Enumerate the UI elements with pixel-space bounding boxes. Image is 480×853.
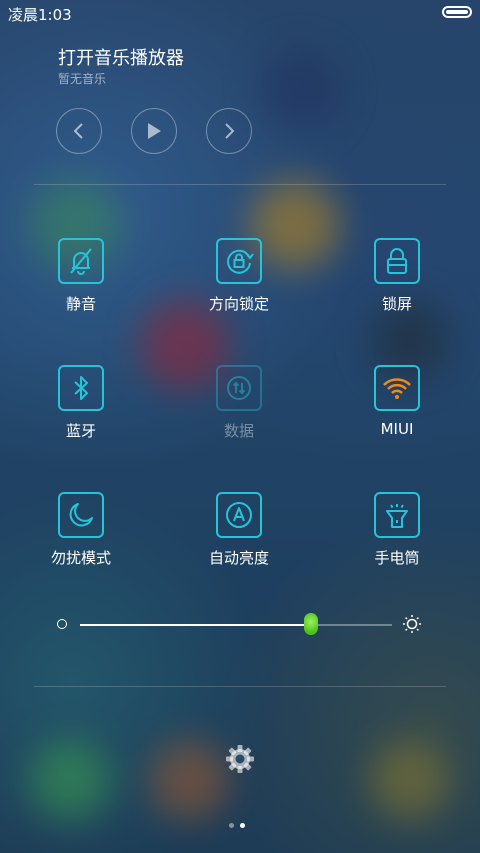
toggle-wifi[interactable]: MIUI <box>342 365 452 438</box>
background-blob <box>30 740 110 820</box>
brightness-slider-thumb[interactable] <box>303 613 318 635</box>
toggle-mute[interactable]: 静音 <box>26 238 136 314</box>
toggle-auto-brightness-box <box>216 492 262 538</box>
battery-icon <box>442 6 472 18</box>
wifi-icon <box>383 378 411 399</box>
page-indicator <box>229 813 251 832</box>
toggle-lock-screen-label: 锁屏 <box>381 295 412 313</box>
chevron-left-icon <box>73 123 83 139</box>
toggle-bluetooth[interactable]: 蓝牙 <box>26 365 136 441</box>
brightness-slider[interactable] <box>80 613 392 635</box>
toggle-rotation-lock-box <box>216 238 262 284</box>
background-blob <box>150 740 230 820</box>
toggle-auto-brightness-label: 自动亮度 <box>208 549 269 567</box>
toggle-wifi-label: MIUI <box>380 420 414 438</box>
brightness-max-icon <box>402 614 422 638</box>
toggle-do-not-disturb-box <box>58 492 104 538</box>
chevron-right-icon <box>225 123 235 139</box>
background-blob <box>260 50 340 130</box>
next-track-button[interactable] <box>206 108 252 154</box>
play-button[interactable] <box>131 108 177 154</box>
background-blob <box>370 740 450 820</box>
settings-button[interactable] <box>224 743 256 779</box>
music-player-title[interactable]: 打开音乐播放器 <box>58 44 184 70</box>
status-bar: 凌晨1:03 <box>0 0 480 26</box>
toggle-mobile-data-label: 数据 <box>223 422 254 440</box>
flashlight-icon <box>386 504 408 528</box>
bluetooth-icon <box>74 376 88 400</box>
toggle-flashlight-label: 手电筒 <box>374 549 420 567</box>
page-dot-active <box>240 823 245 828</box>
toggle-auto-brightness[interactable]: 自动亮度 <box>184 492 294 568</box>
divider <box>34 686 446 687</box>
brightness-min-icon <box>57 619 67 629</box>
toggle-mobile-data-box <box>216 365 262 411</box>
page-dot <box>229 823 234 828</box>
toggle-rotation-lock-label: 方向锁定 <box>208 295 269 313</box>
gear-icon <box>226 745 254 773</box>
toggle-bluetooth-box <box>58 365 104 411</box>
toggle-rotation-lock[interactable]: 方向锁定 <box>184 238 294 314</box>
toggle-do-not-disturb[interactable]: 勿扰模式 <box>26 492 136 568</box>
play-icon <box>148 123 161 139</box>
toggle-flashlight[interactable]: 手电筒 <box>342 492 452 568</box>
brightness-slider-fill <box>80 624 311 626</box>
toggle-lock-screen[interactable]: 锁屏 <box>342 238 452 314</box>
bell-off-icon <box>70 248 92 275</box>
previous-track-button[interactable] <box>56 108 102 154</box>
toggle-flashlight-box <box>374 492 420 538</box>
rotation-lock-icon <box>227 249 254 274</box>
toggle-lock-screen-box <box>374 238 420 284</box>
toggle-bluetooth-label: 蓝牙 <box>65 422 96 440</box>
lock-icon <box>387 248 407 274</box>
status-time: 凌晨1:03 <box>8 6 72 24</box>
toggle-mobile-data[interactable]: 数据 <box>184 365 294 441</box>
moon-icon <box>69 503 93 527</box>
auto-brightness-icon <box>226 502 252 528</box>
toggle-mute-box <box>58 238 104 284</box>
toggle-do-not-disturb-label: 勿扰模式 <box>50 549 111 567</box>
toggle-wifi-box <box>374 365 420 411</box>
mobile-data-icon <box>227 376 251 400</box>
divider <box>34 184 446 185</box>
toggle-mute-label: 静音 <box>65 295 96 313</box>
music-player-subtitle: 暂无音乐 <box>58 72 107 86</box>
